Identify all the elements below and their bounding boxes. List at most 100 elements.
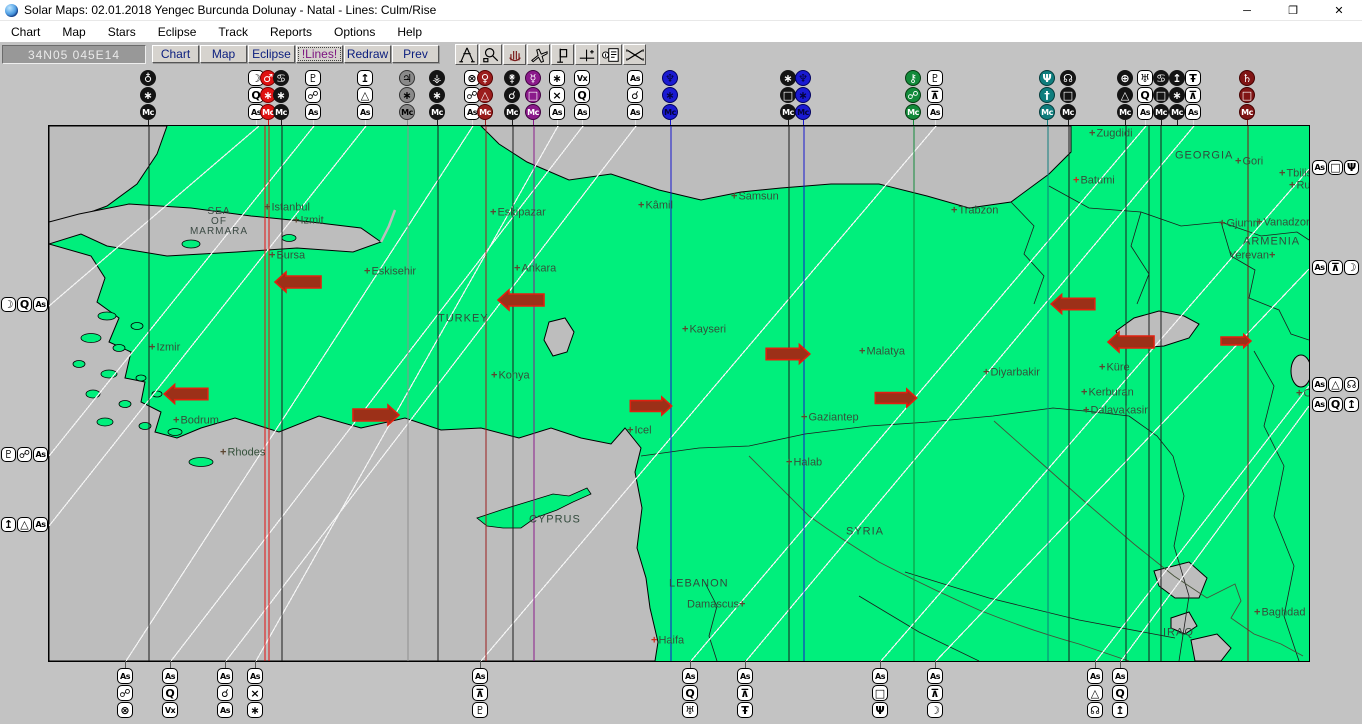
close-button[interactable]: ✕ [1316, 0, 1362, 21]
world-map[interactable]: +Istanbul +Izmit +Bursa +Eskisehir +Eskipaza… [48, 125, 1310, 662]
glyph-Q: Q [682, 685, 698, 701]
glyph-Ŧ: Ŧ [1185, 70, 1201, 86]
glyph-♅: ♅ [1137, 70, 1153, 86]
glyph-As: As [33, 447, 48, 462]
zoom-flag-tool-button[interactable] [551, 44, 574, 65]
line-marker-stack: ☽ Q As [1, 297, 48, 312]
glyph-As: As [1312, 260, 1327, 275]
marker-stem [1125, 120, 1126, 125]
glyph-Ψ: Ψ [1344, 160, 1359, 175]
menu-reports[interactable]: Reports [259, 23, 323, 41]
glyph-☍: ☍ [905, 87, 921, 103]
glyph-Q: Q [1112, 685, 1128, 701]
marker-stem [913, 120, 914, 125]
menu-stars[interactable]: Stars [97, 23, 147, 41]
glyph-☍: ☍ [17, 447, 32, 462]
glyph-↥: ↥ [1112, 702, 1128, 718]
menu-track[interactable]: Track [207, 23, 259, 41]
red-arrow-right [1220, 332, 1253, 350]
chart-button[interactable]: Chart [152, 45, 199, 63]
measure-tool-button[interactable] [455, 44, 478, 65]
glyph-⚶: ⚶ [429, 70, 445, 86]
line-marker-stack: ♋ □ Mc [1153, 70, 1169, 120]
lake-urmia [1290, 354, 1309, 388]
line-marker-stack: ♇ ☍ As [1, 447, 48, 462]
marker-stem [485, 120, 486, 125]
glyph-□: □ [525, 87, 541, 103]
glyph-□: □ [1153, 87, 1169, 103]
line-marker-stack: ⚵ ☌ Mc [504, 70, 520, 120]
chart-info-icon [601, 47, 619, 62]
chart-info-tool-button[interactable] [599, 44, 622, 65]
zoom-tool-button[interactable] [479, 44, 502, 65]
marker-stem [670, 120, 671, 125]
line-marker-stack: As Q ↥ [1112, 668, 1128, 718]
glyph-☊: ☊ [1344, 377, 1359, 392]
line-marker-stack: ♆ ∗ Mc [662, 70, 678, 120]
marker-stem [1047, 120, 1048, 125]
eclipse-button[interactable]: Eclipse [248, 45, 295, 63]
line-marker-stack: ⚷ ☍ Mc [905, 70, 921, 120]
glyph-☊: ☊ [1087, 702, 1103, 718]
marker-stem [1068, 120, 1069, 125]
menu-map[interactable]: Map [51, 23, 96, 41]
glyph-†: † [1039, 87, 1055, 103]
glyph-Mc: Mc [429, 104, 445, 120]
marker-stem [935, 660, 936, 668]
redraw-button[interactable]: Redraw [344, 45, 391, 63]
glyph-Q: Q [574, 87, 590, 103]
map-button[interactable]: Map [200, 45, 247, 63]
glyph-□: □ [780, 87, 796, 103]
glyph-△: △ [357, 87, 373, 103]
menu-eclipse[interactable]: Eclipse [147, 23, 208, 41]
line-marker-stack: As Q ♅ [682, 668, 698, 718]
glyph-☍: ☍ [305, 87, 321, 103]
glyph-Vx: Vx [162, 702, 178, 718]
glyph-□: □ [1328, 160, 1343, 175]
glyph-Mc: Mc [525, 104, 541, 120]
hide-lines-tool-button[interactable] [623, 44, 646, 65]
plot-point-tool-button[interactable] [575, 44, 598, 65]
marker-stem [170, 660, 171, 668]
glyph-Ŧ: Ŧ [737, 702, 753, 718]
glyph-As: As [1112, 668, 1128, 684]
glyph-△: △ [1087, 685, 1103, 701]
menu-help[interactable]: Help [386, 23, 433, 41]
lines-button[interactable]: !Lines! [296, 45, 343, 63]
measure-icon [458, 47, 475, 62]
glyph-☿: ☿ [525, 70, 541, 86]
glyph-⊼: ⊼ [927, 87, 943, 103]
pan-hand-tool-button[interactable] [503, 44, 526, 65]
glyph-As: As [927, 104, 943, 120]
glyph-As: As [1137, 104, 1153, 120]
glyph-□: □ [1060, 87, 1076, 103]
zoom-flag-icon [556, 48, 567, 63]
glyph-⊼: ⊼ [1328, 260, 1343, 275]
menu-chart[interactable]: Chart [0, 23, 51, 41]
line-marker-stack: As ⊼ ☽ [927, 668, 943, 718]
line-marker-stack: ♄ □ Mc [1239, 70, 1255, 120]
menu-options[interactable]: Options [323, 23, 386, 41]
line-marker-stack: As Q ↥ [1312, 397, 1359, 412]
glyph-△: △ [1117, 87, 1133, 103]
marker-stem [1145, 120, 1146, 125]
glyph-As: As [472, 668, 488, 684]
glyph-♆: ♆ [662, 70, 678, 86]
marker-stem [407, 120, 408, 125]
glyph-⚷: ⚷ [905, 70, 921, 86]
prev-button[interactable]: Prev [392, 45, 439, 63]
marker-stem [437, 120, 438, 125]
plane-tool-button[interactable] [527, 44, 550, 65]
glyph-Vx: Vx [574, 70, 590, 86]
maximize-button[interactable]: ❐ [1270, 0, 1316, 21]
glyph-↥: ↥ [1344, 397, 1359, 412]
line-marker-stack: ♇ ☍ As [305, 70, 321, 120]
minimize-button[interactable]: ─ [1224, 0, 1270, 21]
marker-stem [255, 660, 256, 668]
line-marker-stack: Ψ † Mc [1039, 70, 1055, 120]
glyph-Mc: Mc [795, 104, 811, 120]
line-marker-stack: As ☍ ⊗ [117, 668, 133, 718]
marker-stem [225, 660, 226, 668]
glyph-Q: Q [162, 685, 178, 701]
glyph-☊: ☊ [1060, 70, 1076, 86]
